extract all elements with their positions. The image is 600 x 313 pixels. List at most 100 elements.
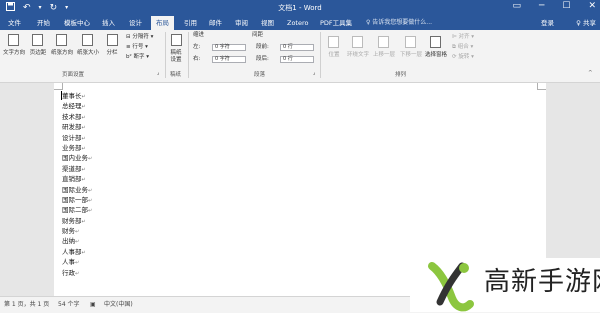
tab-references[interactable]: 引用 (184, 18, 197, 28)
line-text: 财务部 (62, 216, 82, 225)
tab-home[interactable]: 开始 (37, 18, 50, 28)
ribbon-display-options-icon[interactable]: ▭ (512, 1, 521, 11)
document-line[interactable]: 直销部↵ (62, 174, 92, 184)
document-line[interactable]: 出纳↵ (62, 236, 92, 246)
document-line[interactable]: 财务部↵ (62, 216, 92, 226)
position-button[interactable]: 位置 (324, 52, 344, 59)
breaks-button[interactable]: ⊟ 分隔符 ▾ (126, 34, 153, 41)
text-direction-button[interactable]: 文字方向 (2, 50, 26, 57)
tab-pdf-tools[interactable]: PDF工具集 (320, 18, 352, 28)
draft-settings-label: 设置 (170, 57, 182, 63)
minimize-icon[interactable]: ─ (539, 1, 544, 11)
rotate-label: 旋转 (458, 54, 470, 60)
wrap-text-button[interactable]: 环绕文字 (344, 52, 372, 59)
bring-forward-button[interactable]: 上移一层 (370, 52, 398, 59)
hyphenation-button[interactable]: b² 断字 ▾ (126, 54, 149, 61)
document-line[interactable]: 总经理↵ (62, 101, 92, 111)
tab-insert[interactable]: 插入 (102, 18, 115, 28)
line-text: 人事 (62, 258, 75, 267)
paragraph-mark-icon: ↵ (75, 260, 80, 267)
tab-mailings[interactable]: 邮件 (209, 18, 222, 28)
paragraph-mark-icon: ↵ (81, 218, 86, 225)
site-watermark: 高新手游网 (410, 258, 600, 312)
indent-left-field[interactable]: 0 字符 (212, 44, 246, 51)
document-line[interactable]: 国际二部↵ (62, 205, 92, 215)
rotate-button[interactable]: ⟳ 旋转 ▾ (452, 54, 474, 61)
maximize-icon[interactable]: ☐ (562, 1, 570, 11)
document-line[interactable]: 业务部↵ (62, 143, 92, 153)
watermark-text: 高新手游网 (484, 267, 600, 297)
tab-design[interactable]: 设计 (129, 18, 142, 28)
document-line[interactable]: 董事长↵ (62, 91, 92, 101)
paragraph-mark-icon: ↵ (81, 249, 86, 256)
tab-view[interactable]: 视图 (261, 18, 274, 28)
line-text: 渠道部 (62, 164, 82, 173)
language-indicator[interactable]: 中文(中国) (104, 297, 133, 313)
margins-button[interactable]: 页边距 (27, 50, 49, 57)
document-line[interactable]: 国际业务↵ (62, 185, 92, 195)
document-body[interactable]: 董事长↵ 总经理↵ 技术部↵ 研发部↵ 设计部↵ 业务部↵ 国内业务↵ 渠道部↵ 直销部↵ 国际业… (62, 91, 92, 278)
breaks-icon: ⊟ (126, 34, 131, 40)
document-line[interactable]: 财务↵ (62, 226, 92, 236)
watermark-logo-icon (424, 261, 474, 312)
indent-right-field[interactable]: 0 字符 (212, 56, 246, 63)
title-bar: ↶ ▾ ↻ ▾ 文档1 - Word ▭ ─ ☐ ✕ (0, 0, 600, 16)
send-backward-button[interactable]: 下移一层 (397, 52, 425, 59)
columns-button[interactable]: 分栏 (102, 50, 122, 57)
document-title: 文档1 - Word (278, 4, 322, 12)
proofing-icon[interactable]: ▣ (90, 297, 96, 313)
wrap-text-icon (352, 36, 363, 48)
document-line[interactable]: 人事↵ (62, 257, 92, 267)
tab-file[interactable]: 文件 (8, 18, 21, 28)
spacing-before-field[interactable]: 0 行 (280, 44, 314, 51)
document-line[interactable]: 渠道部↵ (62, 164, 92, 174)
spacing-after-field[interactable]: 0 行 (280, 56, 314, 63)
collapse-ribbon-icon[interactable]: ^ (588, 70, 593, 77)
align-button[interactable]: ⊫ 对齐 ▾ (452, 34, 474, 41)
line-text: 直销部 (62, 175, 82, 184)
orientation-button[interactable]: 纸张方向 (50, 50, 74, 57)
page-count[interactable]: 第 1 页，共 1 页 (4, 297, 49, 313)
line-numbers-button[interactable]: ≡ 行号 ▾ (126, 44, 148, 51)
indent-heading: 缩进 (193, 32, 205, 38)
tab-zotero[interactable]: Zotero (287, 18, 308, 28)
text-direction-icon (8, 34, 19, 46)
send-backward-icon (405, 36, 416, 48)
line-text: 人事部 (62, 247, 82, 256)
spacing-before-label: 段前: (256, 44, 269, 50)
paragraph-mark-icon: ↵ (81, 166, 86, 173)
paragraph-launcher-icon[interactable]: ⌟ (313, 70, 316, 77)
document-line[interactable]: 行政↵ (62, 268, 92, 278)
document-line[interactable]: 国内业务↵ (62, 153, 92, 163)
tab-layout[interactable]: 布局 (151, 16, 174, 30)
arrange-group-label: 排列 (395, 72, 407, 78)
line-text: 研发部 (62, 123, 82, 132)
line-text: 总经理 (62, 102, 82, 111)
document-line[interactable]: 技术部↵ (62, 112, 92, 122)
word-count[interactable]: 54 个字 (58, 297, 80, 313)
close-icon[interactable]: ✕ (588, 1, 596, 11)
document-line[interactable]: 设计部↵ (62, 133, 92, 143)
line-text: 行政 (62, 268, 75, 277)
draft-settings-button[interactable]: 稿纸 设置 (166, 50, 186, 64)
document-line[interactable]: 国际一部↵ (62, 195, 92, 205)
line-text: 国际业务 (62, 185, 88, 194)
selection-pane-button[interactable]: 选择窗格 (423, 52, 449, 59)
document-line[interactable]: 研发部↵ (62, 122, 92, 132)
line-numbers-label: 行号 (132, 44, 144, 50)
bring-forward-icon (378, 36, 389, 48)
tab-review[interactable]: 审阅 (235, 18, 248, 28)
tab-template-center[interactable]: 模板中心 (64, 18, 90, 28)
tell-me-search[interactable]: ♀ 告诉我您想要做什么... (366, 18, 432, 28)
share-button[interactable]: ♀ 共享 (576, 18, 596, 28)
login-link[interactable]: 登录 (541, 18, 554, 28)
paragraph-mark-icon: ↵ (81, 94, 86, 100)
group-button[interactable]: ⧉ 组合 ▾ (452, 44, 473, 51)
size-button[interactable]: 纸张大小 (76, 50, 100, 57)
draft-label: 稿纸 (170, 50, 182, 56)
document-line[interactable]: 人事部↵ (62, 247, 92, 257)
margins-icon (32, 34, 43, 46)
page-setup-launcher-icon[interactable]: ⌟ (157, 70, 160, 77)
separator (188, 32, 189, 78)
selection-pane-icon (430, 36, 441, 48)
